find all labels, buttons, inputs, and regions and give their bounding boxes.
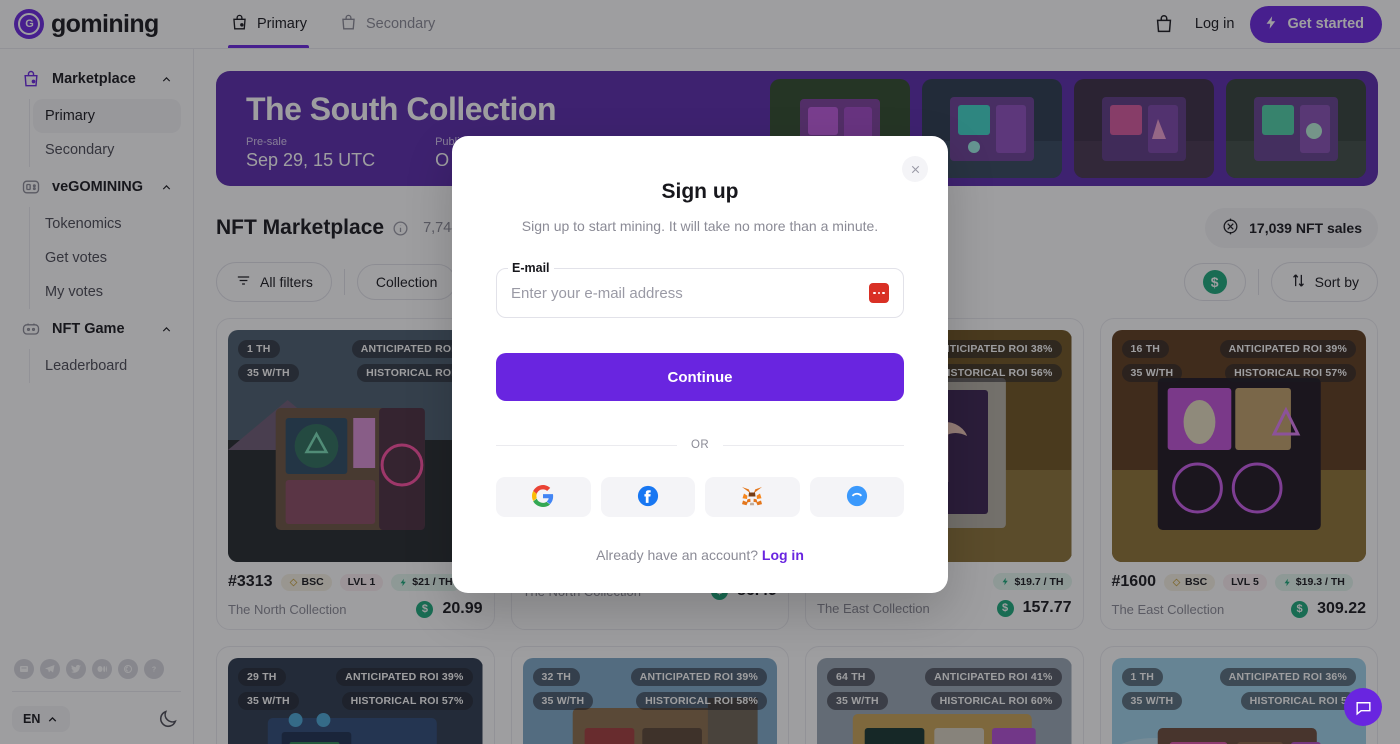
chat-bubble-icon[interactable] bbox=[1344, 688, 1382, 726]
close-icon[interactable] bbox=[902, 156, 928, 182]
facebook-icon bbox=[637, 485, 659, 510]
google-icon bbox=[532, 484, 554, 510]
login-link[interactable]: Log in bbox=[762, 547, 804, 563]
divider-line bbox=[723, 444, 904, 446]
walletconnect-login-button[interactable] bbox=[809, 477, 904, 517]
divider-line bbox=[496, 444, 677, 446]
google-login-button[interactable] bbox=[496, 477, 591, 517]
modal-subtitle: Sign up to start mining. It will take no… bbox=[521, 218, 879, 234]
facebook-login-button[interactable] bbox=[600, 477, 695, 517]
already-account-text: Already have an account? bbox=[596, 547, 758, 563]
modal-footer: Already have an account? Log in bbox=[496, 547, 904, 563]
social-login-row bbox=[496, 477, 904, 517]
signup-modal: Sign up Sign up to start mining. It will… bbox=[452, 136, 948, 593]
or-divider: OR bbox=[496, 439, 904, 451]
or-label: OR bbox=[690, 439, 710, 451]
walletconnect-icon bbox=[846, 485, 868, 510]
email-field-label: E-mail bbox=[508, 261, 554, 275]
email-field-wrapper: E-mail bbox=[496, 261, 904, 318]
continue-button[interactable]: Continue bbox=[496, 353, 904, 401]
metamask-login-button[interactable] bbox=[705, 477, 800, 517]
metamask-icon bbox=[740, 485, 764, 510]
email-input[interactable] bbox=[511, 284, 869, 302]
password-manager-icon[interactable] bbox=[869, 283, 889, 303]
modal-title: Sign up bbox=[661, 180, 739, 203]
